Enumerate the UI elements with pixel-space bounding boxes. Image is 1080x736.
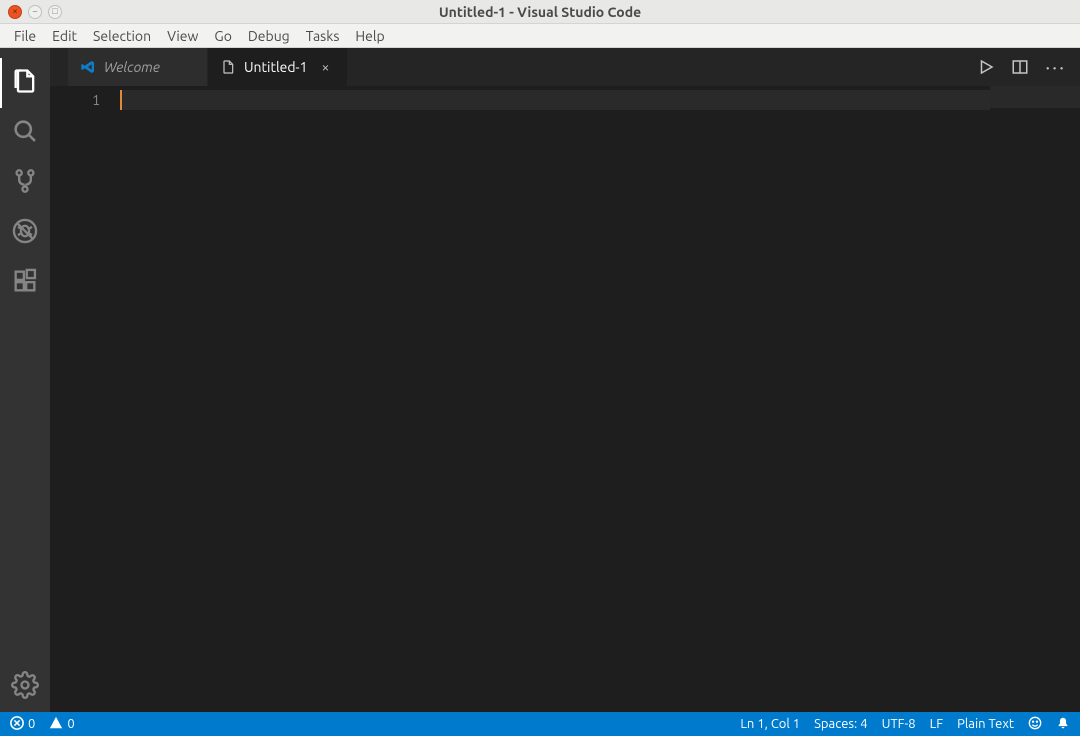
status-encoding[interactable]: UTF-8 [882,717,916,731]
more-actions-button[interactable]: ··· [1045,63,1066,71]
status-feedback[interactable] [1028,716,1042,733]
window-minimize-button[interactable]: – [28,5,42,19]
close-icon[interactable]: × [322,59,330,75]
menu-debug[interactable]: Debug [240,26,298,46]
window-controls: × – □ [0,5,62,19]
tab-untitled-1[interactable]: Untitled-1 × [208,48,348,86]
activity-settings[interactable] [0,662,50,712]
minimap-viewport[interactable] [990,86,1080,108]
bug-icon [11,217,39,249]
current-line-highlight [120,90,990,110]
activity-explorer[interactable] [0,58,50,108]
file-icon [220,59,236,75]
smiley-icon [1028,716,1042,733]
code-area[interactable] [120,86,990,712]
tab-welcome[interactable]: Welcome [68,48,208,86]
menubar: File Edit Selection View Go Debug Tasks … [0,24,1080,48]
menu-file[interactable]: File [6,26,44,46]
activity-source-control[interactable] [0,158,50,208]
extensions-icon [11,267,39,299]
menu-tasks[interactable]: Tasks [298,26,348,46]
window-title: Untitled-1 - Visual Studio Code [439,4,641,20]
window-maximize-button[interactable]: □ [48,5,62,19]
bell-icon [1056,716,1070,733]
window-titlebar: × – □ Untitled-1 - Visual Studio Code [0,0,1080,24]
menu-view[interactable]: View [159,26,206,46]
editor-tabs: Welcome Untitled-1 × [50,48,1080,86]
play-icon [977,58,995,76]
split-editor-button[interactable] [1011,58,1029,76]
status-indentation[interactable]: Spaces: 4 [814,717,867,731]
status-eol[interactable]: LF [930,717,943,731]
status-language[interactable]: Plain Text [957,717,1014,731]
tab-label: Untitled-1 [244,59,308,75]
editor-body[interactable]: 1 [50,86,1080,712]
activity-bar [0,48,50,712]
line-gutter: 1 [50,86,120,712]
window-close-button[interactable]: × [8,5,22,19]
menu-help[interactable]: Help [347,26,392,46]
editor-area: Welcome Untitled-1 × [50,48,1080,712]
search-icon [11,117,39,149]
errors-count: 0 [28,717,35,731]
vscode-icon [80,59,96,75]
run-button[interactable] [977,58,995,76]
menu-go[interactable]: Go [206,26,239,46]
activity-search[interactable] [0,108,50,158]
minimap[interactable] [990,86,1080,712]
activity-debug[interactable] [0,208,50,258]
ellipsis-icon: ··· [1045,55,1066,78]
gear-icon [11,671,39,703]
branch-icon [11,167,39,199]
split-icon [1011,58,1029,76]
files-icon [11,67,39,99]
menu-selection[interactable]: Selection [85,26,159,46]
line-number: 1 [50,90,120,110]
menu-edit[interactable]: Edit [44,26,85,46]
status-errors[interactable]: 0 [10,716,35,733]
editor-toolbar: ··· [977,48,1080,86]
text-cursor [120,90,122,110]
warnings-count: 0 [67,717,74,731]
error-icon [10,716,24,733]
status-warnings[interactable]: 0 [49,716,74,733]
tab-label: Welcome [104,59,160,75]
workbench: Welcome Untitled-1 × [0,48,1080,712]
status-line-col[interactable]: Ln 1, Col 1 [740,717,800,731]
status-bar: 0 0 Ln 1, Col 1 Spaces: 4 UTF-8 LF Plain… [0,712,1080,736]
status-notifications[interactable] [1056,716,1070,733]
activity-extensions[interactable] [0,258,50,308]
warning-icon [49,716,63,733]
